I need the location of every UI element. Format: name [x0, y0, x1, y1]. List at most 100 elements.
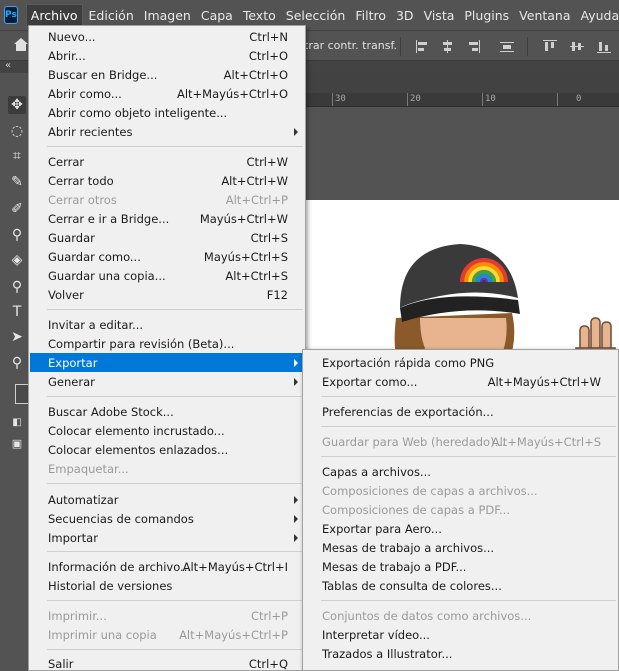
menu-item-guardar-copia[interactable]: Guardar una copia... Alt+Ctrl+S	[30, 266, 304, 285]
menu-item-secuencias-comandos[interactable]: Secuencias de comandos	[30, 509, 304, 528]
menu-item-imprimir: Imprimir... Ctrl+P	[48, 608, 288, 623]
submenu-item-exportar-aero[interactable]: Exportar para Aero...	[304, 519, 617, 538]
crop-tool-icon[interactable]: ⌗	[8, 147, 26, 165]
menu-separator	[47, 309, 303, 310]
submenu-item-exportar-como[interactable]: Exportar como... Alt+Mayús+Ctrl+W	[304, 372, 617, 391]
menu-item-importar[interactable]: Importar	[30, 528, 304, 547]
submenu-arrow-icon	[294, 128, 298, 136]
submenu-item-capas-a-archivos[interactable]: Capas a archivos...	[304, 462, 617, 481]
menu-item-guardar-como[interactable]: Guardar como... Mayús+Ctrl+S	[30, 247, 304, 266]
quick-mask-icon[interactable]: ▣	[8, 435, 26, 453]
menu-item-informacion-archivo[interactable]: Información de archivo... Alt+Mayús+Ctrl+…	[30, 557, 304, 576]
menu-separator	[47, 600, 303, 601]
menu-capa[interactable]: Capa	[197, 5, 237, 26]
menu-item-abrir[interactable]: Abrir... Ctrl+O	[30, 46, 304, 65]
home-icon[interactable]	[14, 38, 28, 52]
path-selection-tool-icon[interactable]: ➤	[8, 328, 26, 346]
submenu-item-mesas-pdf[interactable]: Mesas de trabajo a PDF...	[304, 557, 617, 576]
menu-separator	[321, 456, 616, 457]
align-vertical-centers-icon[interactable]	[570, 40, 584, 53]
menu-filtro[interactable]: Filtro	[351, 5, 390, 26]
menu-ventana[interactable]: Ventana	[515, 5, 574, 26]
menu-texto[interactable]: Texto	[239, 5, 280, 26]
distribute-icon[interactable]	[500, 40, 514, 53]
menu-item-cerrar-todo[interactable]: Cerrar todo Alt+Ctrl+W	[30, 171, 304, 190]
submenu-item-guardar-para-web: Guardar para Web (heredado)... Alt+Mayús+…	[322, 434, 601, 449]
menu-item-abrir-como[interactable]: Abrir como... Alt+Mayús+Ctrl+O	[30, 84, 304, 103]
menu-item-salir[interactable]: Salir Ctrl+Q	[30, 654, 304, 671]
menu-item-imprimir-copia: Imprimir una copia Alt+Mayús+Ctrl+P	[48, 627, 288, 642]
default-colors-icon[interactable]: ◧	[8, 414, 26, 432]
clone-stamp-tool-icon[interactable]: ⚲	[8, 226, 26, 244]
dodge-tool-icon[interactable]: ⚲	[8, 278, 26, 296]
submenu-item-mesas-archivos[interactable]: Mesas de trabajo a archivos...	[304, 538, 617, 557]
archivo-menu: Nuevo... Ctrl+N Abrir... Ctrl+O Buscar en …	[28, 25, 306, 671]
menu-item-exportar[interactable]: Exportar	[30, 353, 304, 372]
menu-archivo[interactable]: Archivo	[25, 3, 83, 27]
options-separator	[527, 37, 528, 56]
submenu-arrow-icon	[294, 496, 298, 504]
menu-separator	[321, 396, 616, 397]
submenu-item-exportacion-rapida-png[interactable]: Exportación rápida como PNG	[304, 353, 617, 372]
align-left-edges-icon[interactable]	[416, 40, 430, 53]
menu-item-abrir-recientes[interactable]: Abrir recientes	[30, 122, 304, 141]
menu-item-guardar[interactable]: Guardar Ctrl+S	[30, 228, 304, 247]
brush-tool-icon[interactable]: ✐	[8, 200, 26, 218]
menu-item-abrir-objeto-inteligente[interactable]: Abrir como objeto inteligente...	[30, 103, 304, 122]
menu-item-cerrar[interactable]: Cerrar Ctrl+W	[30, 152, 304, 171]
menu-item-cerrar-ir-bridge[interactable]: Cerrar e ir a Bridge... Mayús+Ctrl+W	[30, 209, 304, 228]
pasteboard	[300, 107, 619, 200]
align-horizontal-centers-icon[interactable]	[441, 40, 455, 53]
align-top-edges-icon[interactable]	[543, 40, 557, 53]
menu-item-volver[interactable]: Volver F12	[30, 285, 304, 304]
submenu-item-trazados-illustrator[interactable]: Trazados a Illustrator...	[304, 644, 617, 663]
ruler-label: 20	[410, 94, 421, 104]
menu-3d[interactable]: 3D	[392, 5, 418, 26]
paint-bucket-tool-icon[interactable]: ◈	[8, 251, 26, 269]
submenu-item-interpretar-video[interactable]: Interpretar vídeo...	[304, 625, 617, 644]
exportar-submenu: Exportación rápida como PNG Exportar com…	[302, 349, 619, 671]
options-separator	[400, 37, 401, 56]
align-bottom-edges-icon[interactable]	[597, 40, 611, 53]
ruler-label: 10	[485, 94, 496, 104]
type-tool-icon[interactable]: T	[8, 303, 26, 321]
menu-plugins[interactable]: Plugins	[460, 5, 513, 26]
menu-vista[interactable]: Vista	[420, 5, 459, 26]
horizontal-ruler: 30 20 10 0	[300, 93, 619, 107]
move-tool-icon[interactable]: ✥	[8, 96, 26, 114]
submenu-arrow-icon	[294, 359, 298, 367]
menu-separator	[47, 396, 303, 397]
align-right-edges-icon[interactable]	[466, 40, 480, 53]
menu-item-empaquetar: Empaquetar...	[48, 461, 129, 476]
submenu-item-composiciones-pdf: Composiciones de capas a PDF...	[322, 502, 510, 517]
zoom-tool-icon[interactable]: ⚲	[8, 354, 26, 372]
menu-seleccion[interactable]: Selección	[282, 5, 350, 26]
menu-separator	[321, 600, 616, 601]
menu-item-buscar-en-bridge[interactable]: Buscar en Bridge... Alt+Ctrl+O	[30, 65, 304, 84]
menu-item-invitar-editar[interactable]: Invitar a editar...	[30, 315, 304, 334]
lasso-tool-icon[interactable]: ◌	[8, 122, 26, 140]
show-transform-controls-label[interactable]: trar contr. transf.	[304, 39, 397, 52]
menu-item-buscar-adobe-stock[interactable]: Buscar Adobe Stock...	[30, 402, 304, 421]
menu-item-generar[interactable]: Generar	[30, 372, 304, 391]
menu-separator	[47, 146, 303, 147]
menu-imagen[interactable]: Imagen	[140, 5, 195, 26]
submenu-item-tablas-colores[interactable]: Tablas de consulta de colores...	[304, 576, 617, 595]
menu-item-colocar-incrustado[interactable]: Colocar elemento incrustado...	[30, 421, 304, 440]
submenu-arrow-icon	[294, 515, 298, 523]
submenu-item-composiciones-archivos: Composiciones de capas a archivos...	[322, 483, 538, 498]
menu-item-historial-versiones[interactable]: Historial de versiones	[30, 576, 304, 595]
photoshop-logo-icon: Ps	[4, 6, 18, 24]
menu-item-automatizar[interactable]: Automatizar	[30, 490, 304, 509]
menu-item-colocar-enlazados[interactable]: Colocar elementos enlazados...	[30, 440, 304, 459]
menu-ayuda[interactable]: Ayuda	[577, 5, 619, 26]
menu-item-cerrar-otros: Cerrar otros Alt+Ctrl+P	[48, 192, 288, 207]
collapse-chevron-icon[interactable]: «	[5, 60, 11, 71]
submenu-item-preferencias-exportacion[interactable]: Preferencias de exportación...	[304, 402, 617, 421]
menu-separator	[321, 426, 616, 427]
menu-item-nuevo[interactable]: Nuevo... Ctrl+N	[30, 27, 304, 46]
eyedropper-tool-icon[interactable]: ✎	[8, 173, 26, 191]
menu-item-compartir-revision[interactable]: Compartir para revisión (Beta)...	[30, 334, 304, 353]
ruler-label: 30	[335, 94, 346, 104]
menu-edicion[interactable]: Edición	[85, 5, 138, 26]
